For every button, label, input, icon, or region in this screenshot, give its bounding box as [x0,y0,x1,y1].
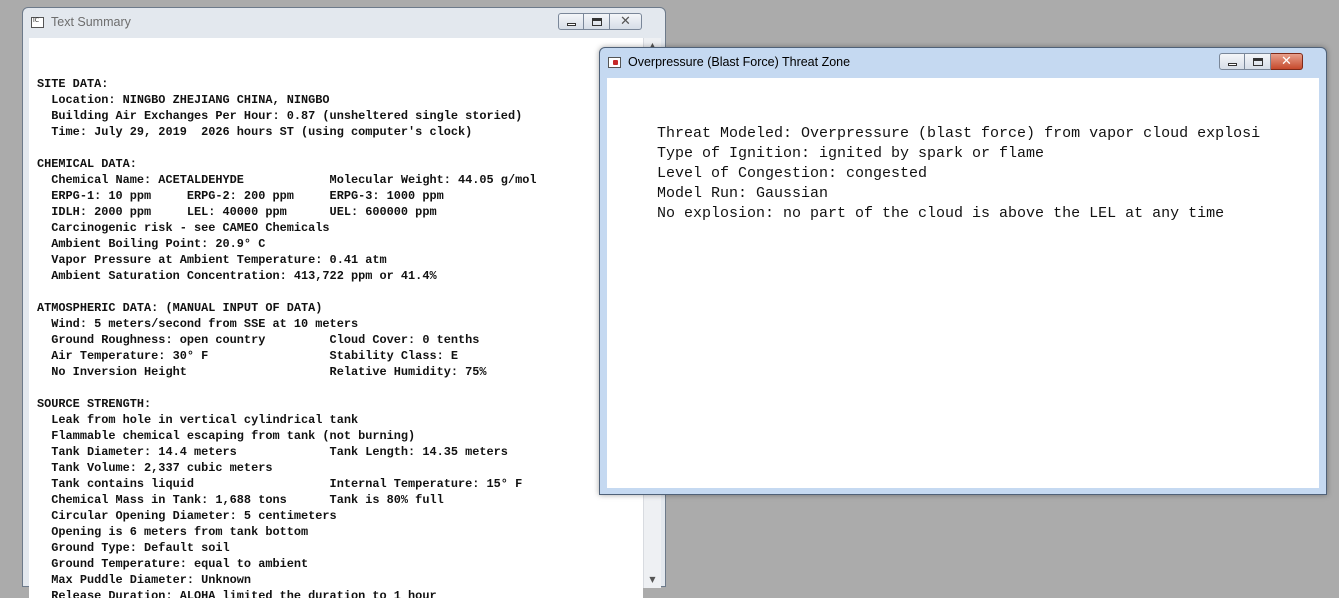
summary-text-line: Ground Roughness: open country Cloud Cov… [37,333,480,347]
minimize-icon [566,22,576,26]
text-summary-window: IC Text Summary ✕ SITE DATA: Location: N… [22,7,666,598]
summary-text-line: Building Air Exchanges Per Hour: 0.87 (u… [37,109,523,123]
summary-text-line: ERPG-1: 10 ppm ERPG-2: 200 ppm ERPG-3: 1… [37,189,444,203]
text-summary-title: Text Summary [51,15,131,29]
summary-text-line: SOURCE STRENGTH: [37,397,152,411]
threat-text-line: No explosion: no part of the cloud is ab… [657,205,1225,222]
threat-text-line: Model Run: Gaussian [657,185,829,202]
threat-zone-window-controls: ✕ [1219,53,1303,71]
summary-text-line: Carcinogenic risk - see CAMEO Chemicals [37,221,330,235]
summary-text-line: Circular Opening Diameter: 5 centimeters [37,509,337,523]
close-button[interactable]: ✕ [610,13,642,30]
threat-text-line: Type of Ignition: ignited by spark or fl… [657,145,1045,162]
summary-text-line: IDLH: 2000 ppm LEL: 40000 ppm UEL: 60000… [37,205,437,219]
summary-text-line: Ambient Saturation Concentration: 413,72… [37,269,437,283]
summary-text-line: Air Temperature: 30° F Stability Class: … [37,349,458,363]
summary-text-line: Release Duration: ALOHA limited the dura… [37,589,437,598]
maximize-icon [591,17,602,26]
minimize-icon [1227,62,1237,66]
summary-text-line: Opening is 6 meters from tank bottom [37,525,309,539]
text-summary-window-controls: ✕ [558,13,642,31]
summary-text-line: Ground Temperature: equal to ambient [37,557,309,571]
threat-text-line: Level of Congestion: congested [657,165,928,182]
text-summary-titlebar[interactable]: IC Text Summary ✕ [23,8,665,38]
summary-text-line: No Inversion Height Relative Humidity: 7… [37,365,487,379]
summary-text-line: Ground Type: Default soil [37,541,230,555]
summary-text-line: Ambient Boiling Point: 20.9° C [37,237,266,251]
maximize-button[interactable] [1245,53,1271,70]
summary-text-line [37,140,643,156]
close-icon: ✕ [1281,54,1292,69]
close-icon: ✕ [620,14,631,29]
text-summary-app-icon[interactable]: IC [31,17,44,28]
summary-text-line: SITE DATA: [37,77,109,91]
text-summary-content[interactable]: SITE DATA: Location: NINGBO ZHEJIANG CHI… [29,38,643,598]
threat-zone-window: Overpressure (Blast Force) Threat Zone ✕… [599,47,1327,495]
summary-text-line [37,284,643,300]
summary-text-line: Leak from hole in vertical cylindrical t… [37,413,359,427]
minimize-button[interactable] [1219,53,1245,70]
threat-zone-title: Overpressure (Blast Force) Threat Zone [628,55,851,69]
summary-text-line: Chemical Name: ACETALDEHYDE Molecular We… [37,173,537,187]
summary-text-line: Max Puddle Diameter: Unknown [37,573,252,587]
summary-text-line: Chemical Mass in Tank: 1,688 tons Tank i… [37,493,444,507]
summary-text-line: Vapor Pressure at Ambient Temperature: 0… [37,253,387,267]
threat-zone-app-icon[interactable] [608,57,621,68]
summary-text-block: SITE DATA: Location: NINGBO ZHEJIANG CHI… [29,76,643,598]
summary-text-line: Time: July 29, 2019 2026 hours ST (using… [37,125,473,139]
summary-text-line: Flammable chemical escaping from tank (n… [37,429,416,443]
minimize-button[interactable] [558,13,584,30]
summary-text-line: CHEMICAL DATA: [37,157,137,171]
threat-text-block: Threat Modeled: Overpressure (blast forc… [657,124,1260,224]
summary-text-line: Tank contains liquid Internal Temperatur… [37,477,523,491]
summary-text-line: Wind: 5 meters/second from SSE at 10 met… [37,317,359,331]
threat-text-line: Threat Modeled: Overpressure (blast forc… [657,125,1261,142]
maximize-button[interactable] [584,13,610,30]
summary-text-line: Location: NINGBO ZHEJIANG CHINA, NINGBO [37,93,330,107]
summary-text-line [37,380,643,396]
scroll-down-icon[interactable]: ▼ [644,572,661,588]
summary-text-line: Tank Diameter: 14.4 meters Tank Length: … [37,445,508,459]
threat-zone-content[interactable]: Threat Modeled: Overpressure (blast forc… [607,78,1319,488]
close-button[interactable]: ✕ [1271,53,1303,70]
summary-text-line: Tank Volume: 2,337 cubic meters [37,461,273,475]
maximize-icon [1252,57,1263,66]
threat-zone-titlebar[interactable]: Overpressure (Blast Force) Threat Zone ✕ [600,48,1326,78]
summary-text-line: ATMOSPHERIC DATA: (MANUAL INPUT OF DATA) [37,301,323,315]
